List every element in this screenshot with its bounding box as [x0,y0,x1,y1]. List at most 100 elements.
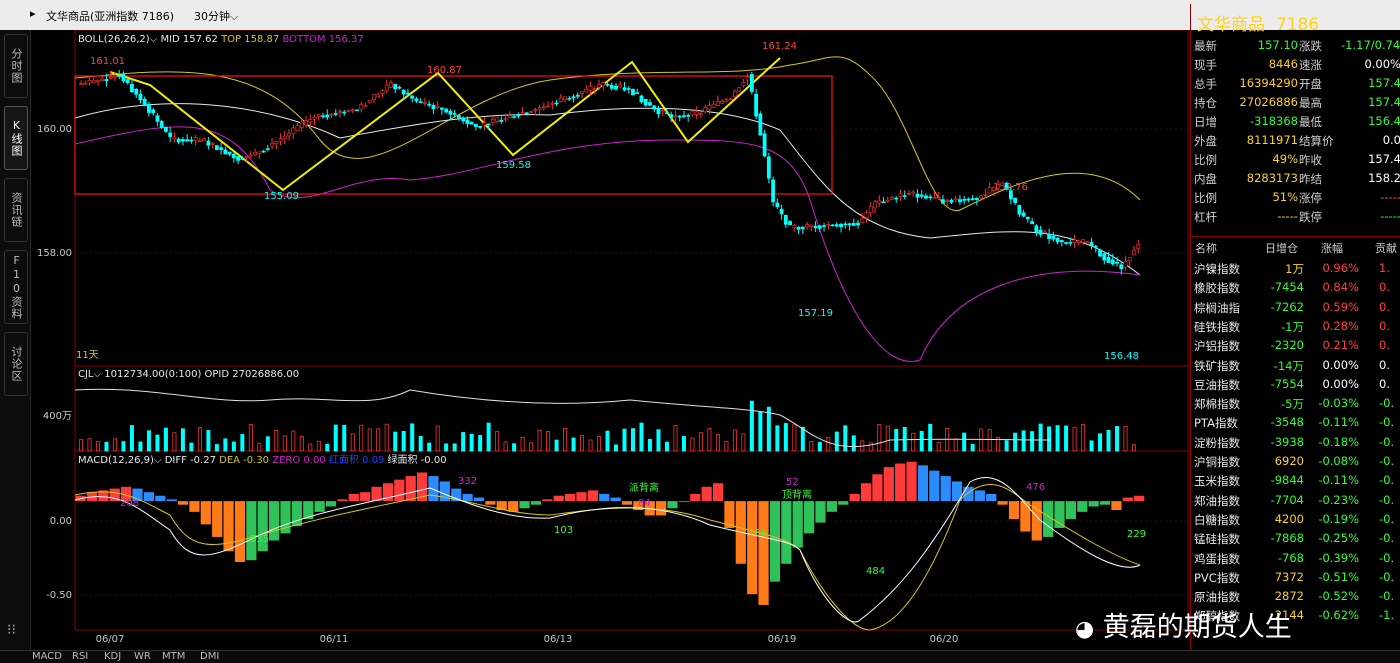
macd-bar [883,467,894,502]
list-pct: 0.84% [1322,280,1359,295]
candle [1025,216,1030,220]
candle [117,75,122,78]
list-item[interactable]: 原油指数 2872 -0.52% -0. [1191,587,1400,606]
candle [113,75,117,78]
trend-zigzag-line [109,57,781,192]
volume-bar [1038,423,1043,452]
volume-bar [427,442,432,452]
candle [1034,225,1039,233]
weibo-logo-icon: ◕ [1075,617,1095,642]
period-dropdown[interactable]: 30分钟⌵ [194,8,238,24]
grid-menu-icon[interactable]: ⁝⁝ [7,622,16,638]
tab-kdj[interactable]: KDJ [104,651,121,662]
volume-bar [359,424,364,452]
list-item[interactable]: 豆油指数 -7554 0.00% 0. [1191,375,1400,394]
col-name[interactable]: 名称 [1195,240,1217,256]
tab-intraday[interactable]: 分时图 [4,34,28,98]
candle [915,193,920,198]
tab-dmi[interactable]: DMI [200,651,219,662]
list-item[interactable]: PVC指数 7372 -0.51% -0. [1191,568,1400,587]
list-item[interactable]: 郑棉指数 -5万 -0.03% -0. [1191,394,1400,413]
macd-bar [1065,501,1077,520]
candle [490,119,495,123]
list-item[interactable]: 沪镍指数 1万 0.96% 1. [1191,259,1400,278]
volume-bar [257,442,262,452]
tab-wr[interactable]: WR [134,651,151,662]
list-inc: -3548 [1270,415,1304,430]
candle [473,123,478,127]
list-ctb: -0. [1379,589,1395,604]
volume-bar [715,434,720,452]
candle [316,114,321,117]
list-item[interactable]: 硅铁指数 -1万 0.28% 0. [1191,317,1400,336]
list-item[interactable]: 棕榈油指 -7262 0.59% 0. [1191,298,1400,317]
list-item[interactable]: 锰硅指数 -7868 -0.25% -0. [1191,529,1400,548]
tab-news[interactable]: 资讯链 [4,178,28,242]
kline-chart[interactable]: 160.00 158.00 400万 0.00 -0.50 06/07 06/1… [30,30,1190,650]
list-item[interactable]: 沪铝指数 -2320 0.21% 0. [1191,336,1400,355]
macd-bar [564,493,576,502]
candle [448,110,453,115]
candle [359,104,364,110]
list-ctb: -0. [1379,569,1395,584]
volume-bar [732,429,737,452]
candle [966,198,971,201]
list-pct: -0.39% [1318,550,1359,565]
candle [410,95,415,99]
tab-kline[interactable]: K线图 [4,106,28,170]
quote-row: 总手 16394290 开盘 157.4 [1191,74,1400,93]
col-inc[interactable]: 日增仓 [1265,240,1298,256]
candle [537,107,542,110]
candle [567,97,572,100]
volume-bar [834,431,839,452]
list-ctb: 0. [1379,357,1390,372]
volume-bar [121,441,126,452]
list-item[interactable]: 橡胶指数 -7454 0.84% 0. [1191,278,1400,297]
list-ctb: -0. [1379,511,1395,526]
candle [83,83,88,85]
volume-bar [554,439,559,452]
volume-bar [580,435,585,452]
candle [979,195,984,199]
list-item[interactable]: 白糖指数 4200 -0.19% -0. [1191,510,1400,529]
volume-bar [962,432,967,452]
macd-bar [929,470,940,502]
list-ctb: -1. [1379,608,1395,623]
list-item[interactable]: 铁矿指数 -14万 0.00% 0. [1191,356,1400,375]
list-pct: -0.52% [1318,589,1359,604]
list-item[interactable]: 郑油指数 -7704 -0.23% -0. [1191,491,1400,510]
tab-f10[interactable]: F10资料 [4,250,28,324]
macd-bar [610,497,621,502]
list-item[interactable]: 沪铜指数 6920 -0.08% -0. [1191,452,1400,471]
candle [393,84,398,90]
list-item[interactable]: 鸡蛋指数 -768 -0.39% -0. [1191,549,1400,568]
quote-row: 内盘 8283173 昨结 158.2 [1191,169,1400,188]
tab-rsi[interactable]: RSI [72,651,88,662]
candle [469,121,474,125]
candle [584,89,589,93]
candle [605,84,610,86]
candle [860,217,865,224]
menu-chevron-icon[interactable]: ▸ [30,7,36,20]
candle [877,200,882,204]
macd-bar [519,501,530,509]
candle [1038,229,1043,235]
list-item[interactable]: 玉米指数 -9844 -0.11% -0. [1191,471,1400,490]
macd-bar [325,501,337,507]
tab-macd[interactable]: MACD [32,651,62,662]
volume-bar [792,424,797,452]
col-pct[interactable]: 涨幅 [1321,240,1343,256]
col-ctb[interactable]: 贡献 [1375,240,1397,256]
divergence-label: 顶背离 [782,488,812,501]
volume-bar [520,436,525,452]
list-item[interactable]: 淀粉指数 -3938 -0.18% -0. [1191,433,1400,452]
tab-forum[interactable]: 讨论区 [4,332,28,396]
list-item[interactable]: PTA指数 -3548 -0.11% -0. [1191,413,1400,432]
tab-mtm[interactable]: MTM [162,651,185,662]
candle [121,74,126,82]
candle [1085,241,1090,243]
candle [495,117,500,122]
volume-bar [248,424,253,452]
candle [924,195,928,199]
volume-bar [87,438,92,452]
